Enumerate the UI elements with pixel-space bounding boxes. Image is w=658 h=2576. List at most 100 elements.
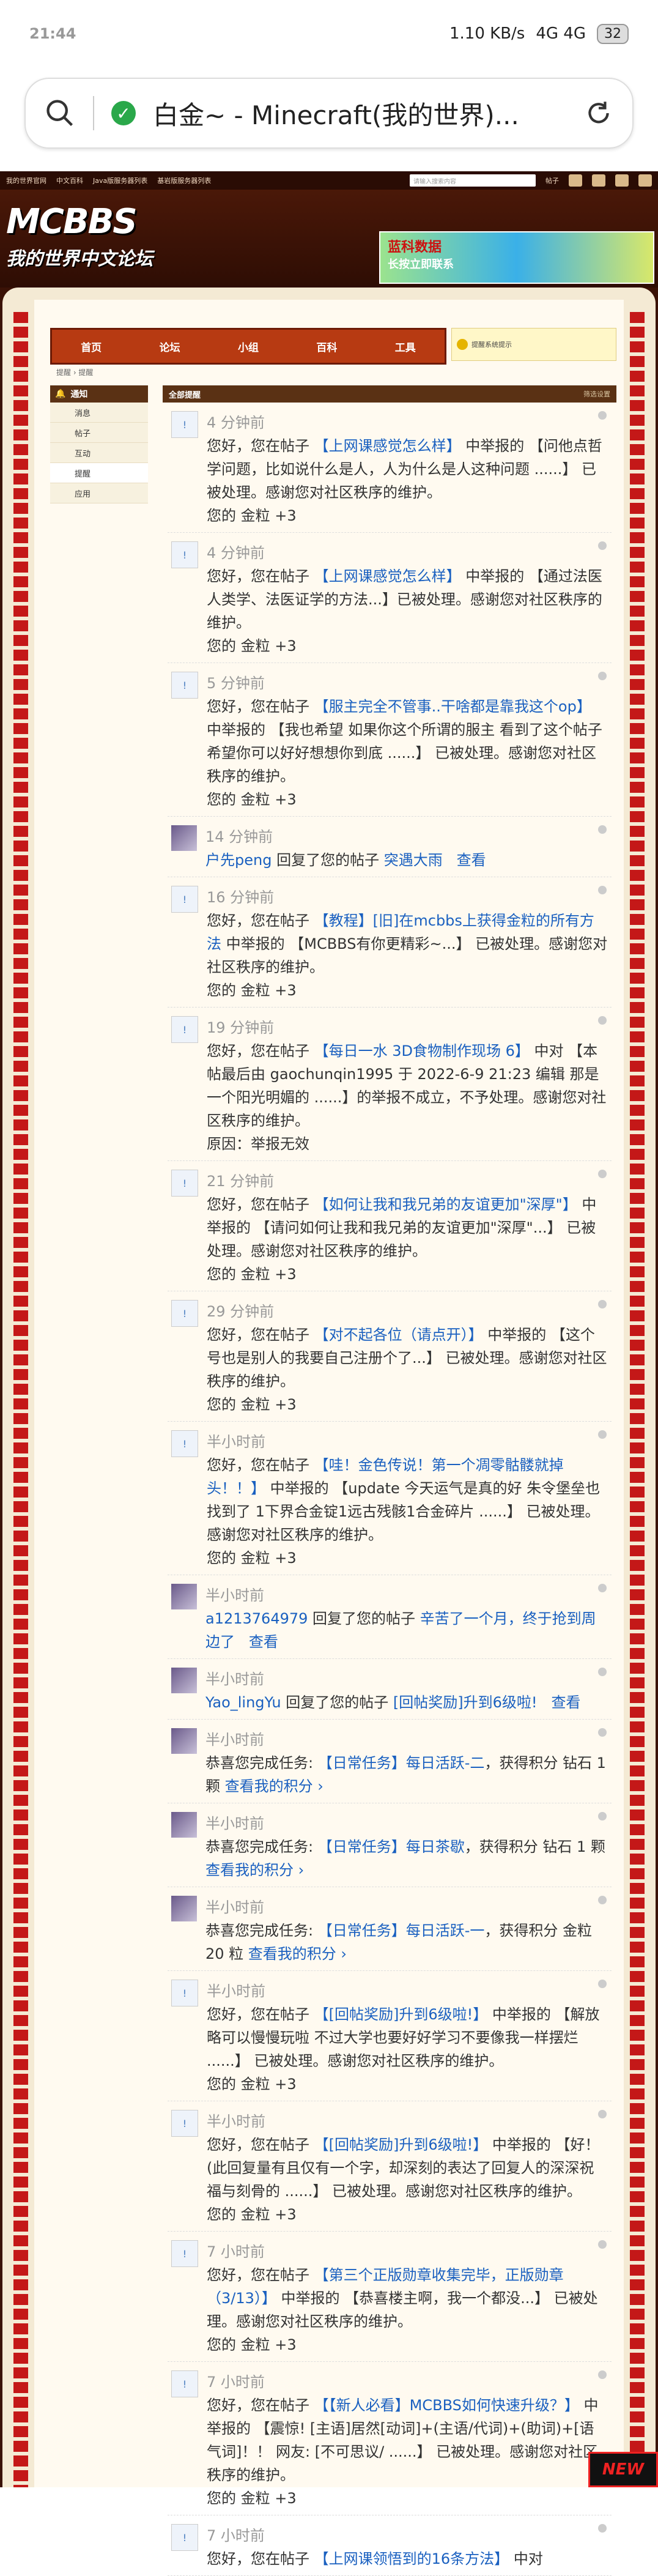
close-icon[interactable] xyxy=(598,1430,607,1439)
nav-group[interactable]: 小组 xyxy=(238,339,259,354)
new-badge[interactable]: NEW xyxy=(588,2452,658,2487)
close-icon[interactable] xyxy=(598,411,607,420)
site-search-input[interactable]: 请输入搜索内容 xyxy=(410,174,536,187)
filter-settings-link[interactable]: 筛选设置 xyxy=(583,389,610,399)
thread-link[interactable]: 【上网课领悟到的16条方法】 xyxy=(314,2550,509,2567)
thread-link[interactable]: 【服主完全不管事..干啥都是靠我这个op】 xyxy=(314,698,591,715)
notification-time: 半小时前 xyxy=(207,1433,265,1450)
panel-header: 全部提醒 筛选设置 xyxy=(163,385,616,403)
notification-item: ! 4 分钟前 您好，您在帖子 【上网课感觉怎么样】 中举报的 【问他点哲学问题，比… xyxy=(168,403,612,533)
view-link[interactable]: 查看 xyxy=(551,1694,580,1711)
notification-item: ! 半小时前 您好，您在帖子 【哇！金色传说！第一个凋零骷髅就掉头！！】 中举报的 … xyxy=(168,1422,612,1575)
close-icon[interactable] xyxy=(598,886,607,894)
close-icon[interactable] xyxy=(598,2524,607,2533)
nav-tools[interactable]: 工具 xyxy=(395,339,416,354)
nav-wiki[interactable]: 百科 xyxy=(316,339,337,354)
close-icon[interactable] xyxy=(598,541,607,550)
view-link[interactable]: 查看 xyxy=(457,852,486,869)
thread-link[interactable]: 【每日一水 3D食物制作现场 6】 xyxy=(314,1042,530,1060)
thread-link[interactable]: 【上网课感觉怎么样】 xyxy=(314,568,461,585)
thread-link[interactable]: 【对不起各位（请点开）】 xyxy=(314,1326,483,1343)
text-prefix: 恭喜您完成任务: xyxy=(205,1838,318,1855)
avatar[interactable] xyxy=(171,1668,197,1693)
thread-link[interactable]: 【如何让我和我兄弟的友谊更加"深厚"】 xyxy=(314,1196,577,1213)
notification-item: 半小时前 恭喜您完成任务: 【日常任务】每日活跃-一，获得积分 金粒 20 粒 查… xyxy=(168,1887,612,1971)
thread-link[interactable]: 【日常任务】每日茶歇 xyxy=(318,1838,465,1855)
thread-link[interactable]: 【[回帖奖励]升到6级啦!】 xyxy=(314,2136,488,2153)
notification-reward: 您的 金粒 +3 xyxy=(207,982,297,999)
view-link[interactable]: 查看 xyxy=(249,1633,278,1650)
thread-link[interactable]: 户先peng xyxy=(205,852,272,869)
toolbar-icon[interactable] xyxy=(638,174,652,187)
notification-body: 半小时前 Yao_lingYu 回复了您的帖子 [回帖奖励]升到6级啦! 查看 xyxy=(205,1668,608,1714)
secondary-link[interactable]: [回帖奖励]升到6级啦! xyxy=(393,1694,538,1711)
reload-icon[interactable] xyxy=(583,98,614,128)
thread-link[interactable]: 【日常任务】每日活跃-二 xyxy=(318,1754,485,1772)
notification-time: 半小时前 xyxy=(207,1983,265,2000)
text-prefix: 您好，您在帖子 xyxy=(207,568,314,585)
topnav-link[interactable]: 中文百科 xyxy=(56,176,83,185)
close-icon[interactable] xyxy=(598,1668,607,1676)
system-notice[interactable]: 提醒系统提示 xyxy=(451,328,616,361)
avatar[interactable] xyxy=(171,1896,197,1921)
thread-link[interactable]: 【日常任务】每日活跃-一 xyxy=(318,1922,485,1939)
nav-home[interactable]: 首页 xyxy=(81,339,102,354)
close-icon[interactable] xyxy=(598,1980,607,1988)
notification-text: 您好，您在帖子 【对不起各位（请点开）】 中举报的 【这个号也是别人的我要自己注… xyxy=(207,1323,608,1393)
toolbar-icon[interactable] xyxy=(569,174,582,187)
close-icon[interactable] xyxy=(598,1016,607,1025)
text-prefix: 您好，您在帖子 xyxy=(207,437,314,455)
notification-item: ! 19 分钟前 您好，您在帖子 【每日一水 3D食物制作现场 6】 中对 【本帖最… xyxy=(168,1008,612,1161)
close-icon[interactable] xyxy=(598,2240,607,2249)
text-prefix: 您好，您在帖子 xyxy=(207,2550,314,2567)
thread-link[interactable]: 【上网课感觉怎么样】 xyxy=(314,437,461,455)
topnav-link[interactable]: 我的世界官网 xyxy=(6,176,46,185)
search-icon[interactable] xyxy=(44,97,76,129)
close-icon[interactable] xyxy=(598,825,607,834)
notification-text: 您好，您在帖子 【第三个正版勋章收集完毕，正版勋章（3/13）】 中举报的 【恭… xyxy=(207,2263,608,2333)
breadcrumb[interactable]: 提醒 › 提醒 xyxy=(56,367,93,377)
notification-time: 7 小时前 xyxy=(207,2527,265,2544)
thread-link[interactable]: Yao_lingYu xyxy=(205,1694,281,1711)
thread-link[interactable]: a1213764979 xyxy=(205,1610,308,1627)
notification-text: 您好，您在帖子 【如何让我和我兄弟的友谊更加"深厚"】 中举报的 【请问如何让我… xyxy=(207,1193,608,1263)
nav-forum[interactable]: 论坛 xyxy=(160,339,180,354)
ad-banner[interactable]: 蓝科数据 长按立即联系 xyxy=(379,231,654,284)
close-icon[interactable] xyxy=(598,672,607,680)
address-bar[interactable]: ✓ 白金~ - Minecraft(我的世界)... xyxy=(24,78,634,149)
avatar[interactable] xyxy=(171,825,197,851)
sidebar-item-reminders[interactable]: 提醒 xyxy=(50,463,148,483)
close-icon[interactable] xyxy=(598,2370,607,2379)
notice-icon: ! xyxy=(171,2524,198,2551)
avatar[interactable] xyxy=(171,1812,197,1838)
close-icon[interactable] xyxy=(598,1300,607,1308)
toolbar-icon[interactable] xyxy=(615,174,629,187)
sidebar-item-posts[interactable]: 帖子 xyxy=(50,423,148,443)
secondary-link[interactable]: 查看我的积分 › xyxy=(248,1945,347,1962)
site-logo[interactable]: MCBBS xyxy=(6,202,138,242)
secondary-link[interactable]: 查看我的积分 › xyxy=(225,1778,323,1795)
sidebar-item-interact[interactable]: 互动 xyxy=(50,443,148,463)
search-scope[interactable]: 帖子 xyxy=(545,176,559,185)
toolbar-icon[interactable] xyxy=(592,174,605,187)
sidebar-item-messages[interactable]: 消息 xyxy=(50,403,148,423)
notification-panel: 全部提醒 筛选设置 ! 4 分钟前 您好，您在帖子 【上网课感觉怎么样】 中举报的 … xyxy=(163,385,616,2576)
thread-link[interactable]: 【[回帖奖励]升到6级啦!】 xyxy=(314,2006,488,2023)
close-icon[interactable] xyxy=(598,2110,607,2118)
secondary-link[interactable]: 突遇大雨 xyxy=(384,852,443,869)
close-icon[interactable] xyxy=(598,1728,607,1737)
avatar[interactable] xyxy=(171,1728,197,1754)
notice-icon: ! xyxy=(171,2370,198,2397)
topnav-link[interactable]: 基岩版服务器列表 xyxy=(157,176,211,185)
site-logo-subtitle: 我的世界中文论坛 xyxy=(6,248,153,270)
thread-link[interactable]: 【【新人必看】MCBBS如何快速升级？】 xyxy=(314,2397,579,2414)
sidebar-item-apps[interactable]: 应用 xyxy=(50,483,148,503)
close-icon[interactable] xyxy=(598,1584,607,1592)
avatar[interactable] xyxy=(171,1584,197,1609)
secondary-link[interactable]: 查看我的积分 › xyxy=(205,1861,304,1879)
close-icon[interactable] xyxy=(598,1896,607,1904)
page-title[interactable]: 白金~ - Minecraft(我的世界)... xyxy=(153,95,566,132)
topnav-link[interactable]: Java版服务器列表 xyxy=(93,176,147,185)
close-icon[interactable] xyxy=(598,1170,607,1178)
close-icon[interactable] xyxy=(598,1812,607,1821)
